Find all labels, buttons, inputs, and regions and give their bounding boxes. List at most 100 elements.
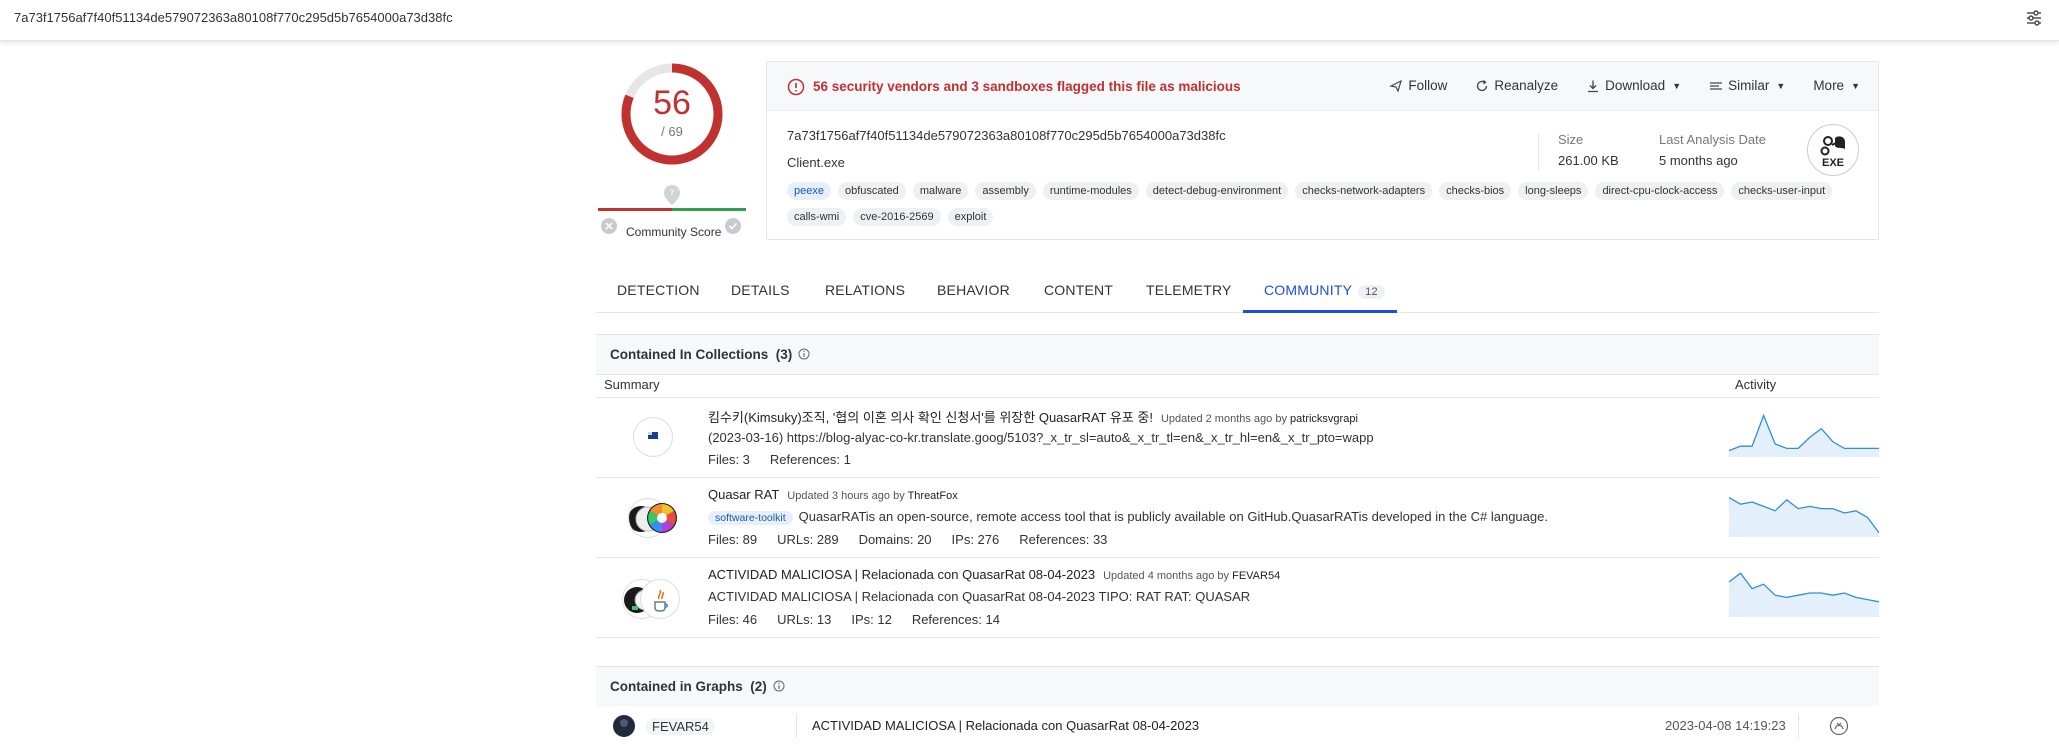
column-activity: Activity	[1735, 377, 1777, 392]
alert-bar: 56 security vendors and 3 sandboxes flag…	[767, 62, 1878, 111]
collection-tag[interactable]: software-toolkit	[708, 511, 793, 525]
graphs-count: (2)	[750, 679, 767, 694]
collection-author[interactable]: ThreatFox	[908, 490, 958, 502]
activity-sparkline	[1729, 497, 1879, 537]
file-hash: 7a73f1756af7f40f51134de579072363a80108f7…	[787, 128, 1226, 143]
tag-list: peexe obfuscated malware assembly runtim…	[787, 182, 1867, 226]
collection-description: QuasarRATis an open-source, remote acces…	[798, 509, 1548, 524]
tag[interactable]: runtime-modules	[1042, 182, 1139, 200]
score-value: 56	[653, 84, 691, 122]
top-bar: 7a73f1756af7f40f51134de579072363a80108f7…	[0, 0, 2059, 41]
search-hash[interactable]: 7a73f1756af7f40f51134de579072363a80108f7…	[14, 10, 453, 25]
file-type-badge: EXE	[1807, 124, 1859, 176]
more-button[interactable]: More ▼	[1813, 78, 1860, 93]
divider	[596, 637, 1879, 638]
tag[interactable]: cve-2016-2569	[853, 208, 941, 226]
download-icon	[1588, 80, 1599, 92]
follow-button[interactable]: Follow	[1389, 78, 1447, 93]
graph-icon[interactable]	[1829, 716, 1849, 736]
color-wheel-icon	[647, 503, 677, 533]
report-tabs: DETECTION DETAILS RELATIONS BEHAVIOR CON…	[596, 272, 1879, 313]
collection-description: ACTIVIDAD MALICIOSA | Relacionada con Qu…	[708, 589, 1251, 604]
collection-stats: Files: 3 References: 1	[708, 452, 851, 467]
tag[interactable]: direct-cpu-clock-access	[1595, 182, 1725, 200]
collection-description: (2023-03-16) https://blog-alyac-co-kr.tr…	[708, 430, 1374, 445]
graphs-title: Contained in Graphs	[610, 679, 743, 694]
tag[interactable]: checks-network-adapters	[1295, 182, 1433, 200]
download-button[interactable]: Download ▼	[1586, 78, 1681, 93]
tab-community[interactable]: COMMUNITY 12	[1264, 282, 1385, 299]
collection-avatar	[640, 579, 680, 619]
divider	[596, 374, 1879, 375]
tab-telemetry[interactable]: TELEMETRY	[1146, 282, 1232, 298]
similar-button[interactable]: Similar ▼	[1709, 78, 1785, 93]
community-score-bar	[598, 208, 746, 211]
score-total: / 69	[661, 124, 683, 139]
collection-row[interactable]: ACTIVIDAD MALICIOSA | Relacionada con Qu…	[596, 557, 1879, 637]
collection-title[interactable]: 킴수키(Kimsuky)조직, '협의 이혼 의사 확인 신청서'를 위장한 Q…	[708, 410, 1153, 425]
community-score-label: Community Score	[626, 225, 722, 239]
vote-malicious-icon[interactable]	[600, 217, 618, 235]
graph-author[interactable]: FEVAR54	[646, 718, 715, 735]
sparkline-area	[1729, 497, 1879, 537]
sparkline-area	[1729, 415, 1879, 457]
tab-behavior[interactable]: BEHAVIOR	[937, 282, 1010, 298]
collection-row[interactable]: Quasar RAT Updated 3 hours ago by ThreatF…	[596, 477, 1879, 557]
collection-title[interactable]: ACTIVIDAD MALICIOSA | Relacionada con Qu…	[708, 567, 1095, 582]
graph-date: 2023-04-08 14:19:23	[1665, 718, 1786, 733]
graph-title[interactable]: ACTIVIDAD MALICIOSA | Relacionada con Qu…	[812, 718, 1199, 733]
tag[interactable]: exploit	[947, 208, 994, 226]
reanalyze-button[interactable]: Reanalyze	[1475, 78, 1558, 93]
chevron-down-icon: ▼	[1776, 80, 1786, 91]
info-icon[interactable]	[798, 348, 810, 360]
info-icon[interactable]	[773, 680, 785, 692]
map-pin-icon: ?	[664, 185, 680, 205]
flag-icon	[648, 432, 658, 439]
collection-author[interactable]: patricksvgrapi	[1290, 413, 1358, 425]
svg-text:?: ?	[670, 189, 675, 199]
follow-icon	[1389, 79, 1403, 93]
tag[interactable]: calls-wmi	[787, 208, 847, 226]
tab-relations[interactable]: RELATIONS	[825, 282, 905, 298]
vote-harmless-icon[interactable]	[724, 217, 742, 235]
tag[interactable]: checks-bios	[1439, 182, 1512, 200]
file-type-icon	[1820, 136, 1845, 156]
active-tab-indicator	[1243, 310, 1397, 313]
tab-detection[interactable]: DETECTION	[617, 282, 700, 298]
collections-header: Contained In Collections (3)	[596, 334, 1879, 374]
collection-stats: Files: 46 URLs: 13 IPs: 12 References: 14	[708, 612, 1000, 627]
collection-title[interactable]: Quasar RAT	[708, 487, 779, 502]
meta-divider	[1538, 134, 1539, 170]
collection-row[interactable]: 킴수키(Kimsuky)조직, '협의 이혼 의사 확인 신청서'를 위장한 Q…	[596, 397, 1879, 477]
tab-details[interactable]: DETAILS	[731, 282, 790, 298]
reanalyze-icon	[1477, 79, 1488, 91]
activity-sparkline	[1729, 572, 1879, 617]
action-toolbar: Follow Reanalyze Download ▼ Similar ▼ More…	[1389, 78, 1860, 93]
file-name: Client.exe	[787, 155, 845, 170]
collection-author[interactable]: FEVAR54	[1232, 570, 1280, 582]
last-analysis-date: Last Analysis Date 5 months ago	[1659, 132, 1766, 168]
tag[interactable]: assembly	[975, 182, 1036, 200]
graphs-header: Contained in Graphs (2)	[596, 666, 1879, 706]
activity-sparkline	[1729, 413, 1879, 457]
collection-stats: Files: 89 URLs: 289 Domains: 20 IPs: 276 Ref…	[708, 532, 1108, 547]
tab-count-badge: 12	[1358, 285, 1385, 299]
similar-icon	[1710, 81, 1723, 90]
chevron-down-icon: ▼	[1672, 80, 1682, 91]
tab-content[interactable]: CONTENT	[1044, 282, 1113, 298]
alert-circle-icon	[787, 78, 805, 96]
graph-row[interactable]: FEVAR54 ACTIVIDAD MALICIOSA | Relacionad…	[596, 706, 1879, 746]
column-divider	[1798, 714, 1799, 738]
chevron-down-icon: ▼	[1851, 80, 1860, 91]
tag[interactable]: malware	[912, 182, 969, 200]
tag[interactable]: checks-user-input	[1731, 182, 1833, 200]
file-size: Size 261.00 KB	[1558, 132, 1619, 168]
tag[interactable]: obfuscated	[837, 182, 906, 200]
tag[interactable]: peexe	[787, 182, 831, 200]
sliders-icon[interactable]	[2025, 9, 2043, 27]
collections-title: Contained In Collections	[610, 347, 769, 362]
tag[interactable]: long-sleeps	[1518, 182, 1589, 200]
column-divider	[796, 714, 797, 738]
file-type-label: EXE	[1821, 157, 1844, 169]
tag[interactable]: detect-debug-environment	[1145, 182, 1289, 200]
